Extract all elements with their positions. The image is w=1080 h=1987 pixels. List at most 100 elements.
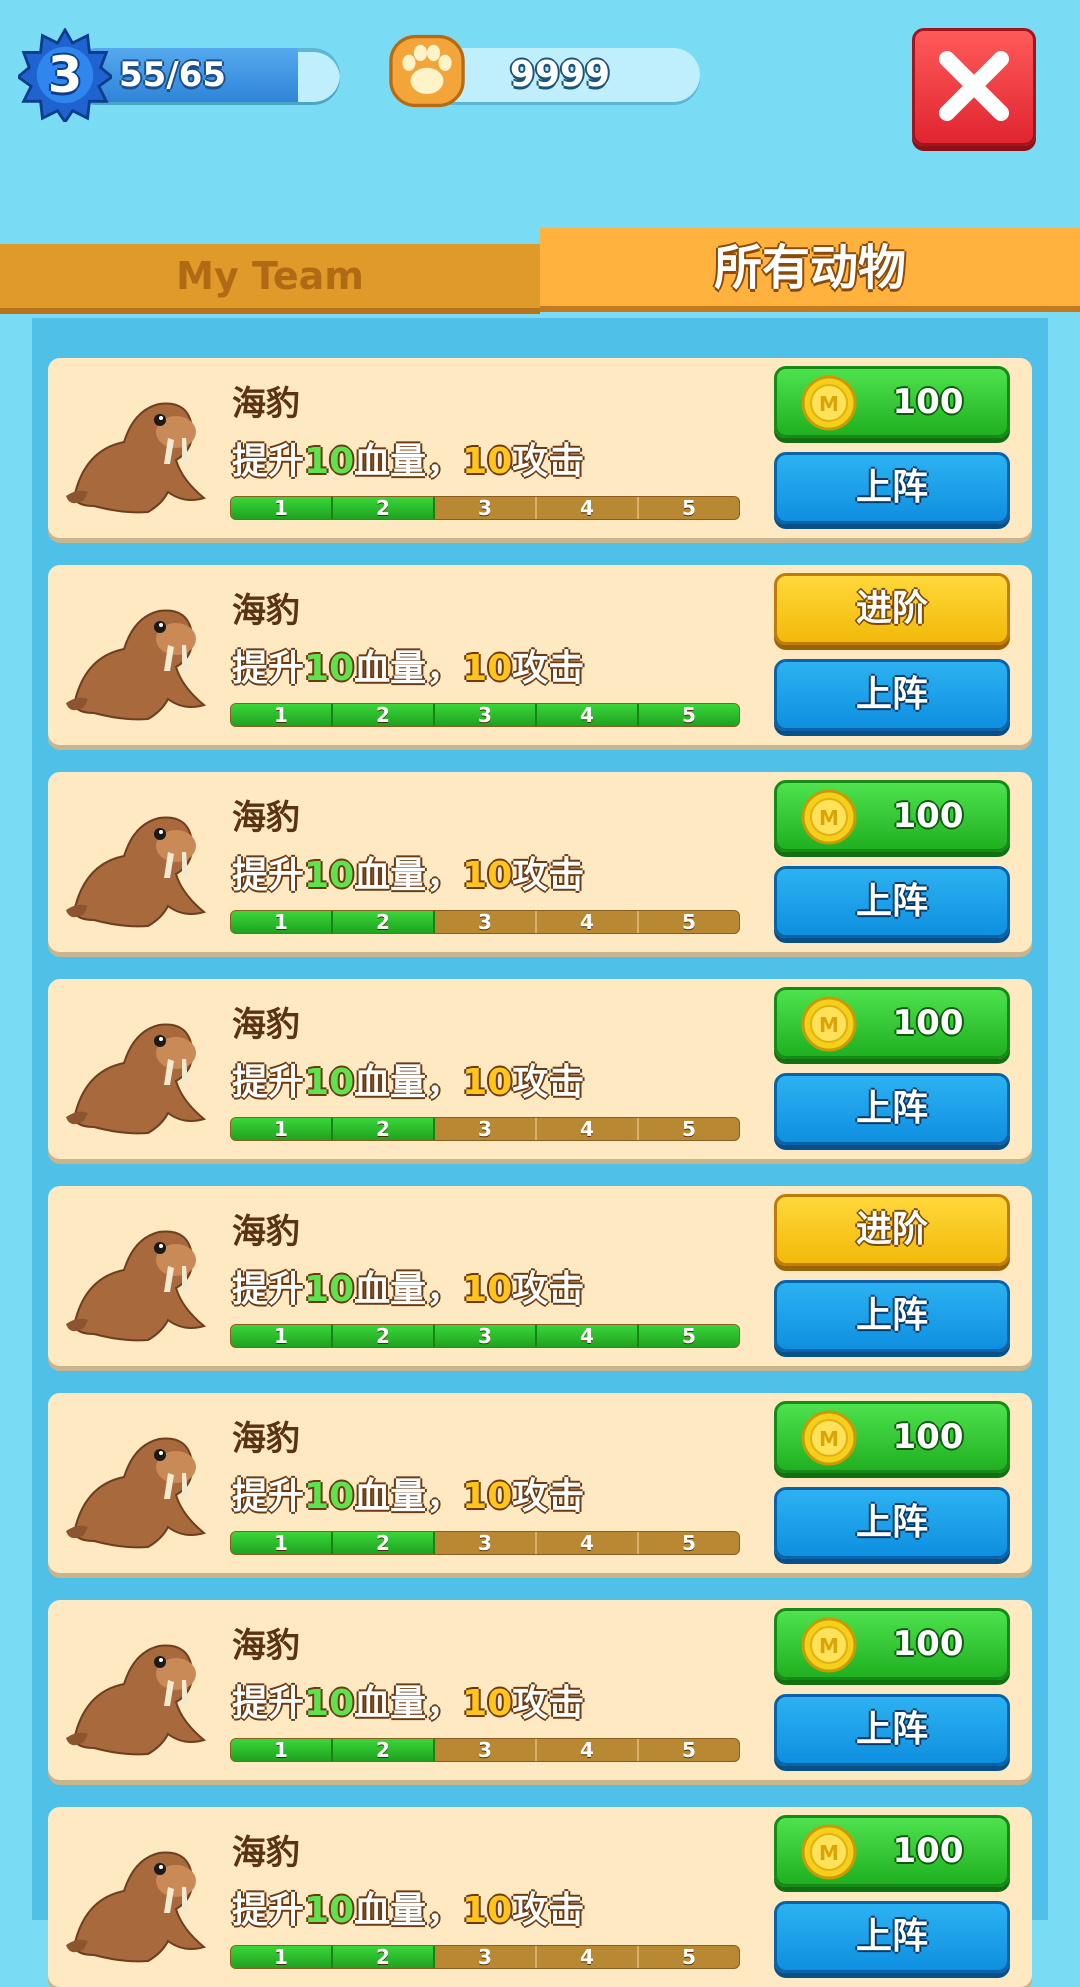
upgrade-price: 100 [892, 1624, 964, 1664]
animal-card: 海豹 提升10血量，10攻击 1 2 3 4 5 进阶 上阵 [48, 565, 1032, 745]
attack-value: 10 [462, 441, 513, 482]
buy-upgrade-button[interactable]: M 100 [774, 1401, 1010, 1473]
animal-description: 提升10血量，10攻击 [232, 639, 584, 691]
gold-coin-icon: M [801, 1824, 857, 1880]
buy-upgrade-button[interactable]: M 100 [774, 1815, 1010, 1887]
progress-segment: 2 [333, 1118, 435, 1140]
progress-segment: 3 [435, 911, 537, 933]
desc-mid: 血量， [354, 1683, 463, 1724]
progress-segment: 1 [231, 1739, 333, 1761]
hp-value: 10 [304, 1269, 355, 1310]
animal-description: 提升10血量，10攻击 [232, 432, 584, 484]
animal-description: 提升10血量，10攻击 [232, 1053, 584, 1105]
desc-mid: 血量， [354, 855, 463, 896]
progress-segment: 2 [333, 704, 435, 726]
desc-mid: 血量， [354, 648, 463, 689]
walrus-icon [64, 1622, 214, 1762]
buy-upgrade-button[interactable]: M 100 [774, 780, 1010, 852]
desc-prefix: 提升 [232, 1890, 305, 1931]
deploy-button[interactable]: 上阵 [774, 1280, 1010, 1352]
buy-upgrade-button[interactable]: M 100 [774, 366, 1010, 438]
deploy-button[interactable]: 上阵 [774, 1073, 1010, 1145]
deploy-button[interactable]: 上阵 [774, 1901, 1010, 1973]
gold-coin-icon: M [801, 1410, 857, 1466]
advance-label: 进阶 [855, 1209, 928, 1250]
progress-segment: 3 [435, 497, 537, 519]
level-progress-bar: 12345 [230, 1324, 740, 1348]
deploy-button[interactable]: 上阵 [774, 1487, 1010, 1559]
animal-card: 海豹 提升10血量，10攻击 1 2 3 4 5 M 100 上阵 [48, 1600, 1032, 1780]
progress-segment: 3 [435, 1532, 537, 1554]
animal-card: 海豹 提升10血量，10攻击 1 2 3 4 5 M 100 上阵 [48, 358, 1032, 538]
hp-value: 10 [304, 855, 355, 896]
desc-suffix: 攻击 [512, 441, 585, 482]
walrus-icon [64, 1208, 214, 1348]
desc-prefix: 提升 [232, 441, 305, 482]
paw-icon [389, 34, 465, 108]
buy-upgrade-button[interactable]: M 100 [774, 1608, 1010, 1680]
gold-coin-icon: M [801, 789, 857, 845]
upgrade-price: 100 [892, 796, 964, 836]
level-number: 3 [47, 46, 83, 104]
progress-segment: 5 [639, 1325, 739, 1347]
progress-segment: 2 [333, 497, 435, 519]
animal-name: 海豹 [232, 1212, 300, 1252]
upgrade-price: 100 [892, 1831, 964, 1871]
desc-prefix: 提升 [232, 1269, 305, 1310]
hp-value: 10 [304, 1062, 355, 1103]
progress-segment: 3 [435, 1325, 537, 1347]
close-button[interactable] [912, 28, 1036, 146]
progress-segment: 4 [537, 1325, 639, 1347]
tab-bar: My Team 所有动物 [0, 228, 1080, 318]
progress-segment: 1 [231, 1118, 333, 1140]
level-progress-bar: 12345 [230, 1945, 740, 1969]
walrus-icon [64, 1415, 214, 1555]
animal-card: 海豹 提升10血量，10攻击 1 2 3 4 5 M 100 上阵 [48, 772, 1032, 952]
desc-mid: 血量， [354, 441, 463, 482]
attack-value: 10 [462, 1269, 513, 1310]
desc-suffix: 攻击 [512, 1269, 585, 1310]
animal-name: 海豹 [232, 1833, 300, 1873]
upgrade-price: 100 [892, 1417, 964, 1457]
tab-all-animals[interactable]: 所有动物 [540, 228, 1080, 312]
deploy-button[interactable]: 上阵 [774, 452, 1010, 524]
upgrade-price: 100 [892, 382, 964, 422]
attack-value: 10 [462, 648, 513, 689]
svg-text:M: M [819, 1427, 839, 1451]
hp-value: 10 [304, 1890, 355, 1931]
advance-button[interactable]: 进阶 [774, 1194, 1010, 1266]
deploy-button[interactable]: 上阵 [774, 659, 1010, 731]
progress-segment: 2 [333, 1532, 435, 1554]
progress-segment: 3 [435, 1946, 537, 1968]
progress-segment: 3 [435, 1739, 537, 1761]
progress-segment: 3 [435, 704, 537, 726]
desc-prefix: 提升 [232, 1062, 305, 1103]
desc-suffix: 攻击 [512, 855, 585, 896]
progress-segment: 2 [333, 1739, 435, 1761]
walrus-icon [64, 794, 214, 934]
progress-segment: 5 [639, 704, 739, 726]
progress-segment: 2 [333, 1946, 435, 1968]
attack-value: 10 [462, 1476, 513, 1517]
deploy-button[interactable]: 上阵 [774, 866, 1010, 938]
progress-segment: 1 [231, 704, 333, 726]
hp-value: 10 [304, 441, 355, 482]
progress-segment: 3 [435, 1118, 537, 1140]
attack-value: 10 [462, 1683, 513, 1724]
gold-coin-icon: M [801, 996, 857, 1052]
advance-button[interactable]: 进阶 [774, 573, 1010, 645]
deploy-button[interactable]: 上阵 [774, 1694, 1010, 1766]
level-progress-bar: 12345 [230, 1117, 740, 1141]
animal-description: 提升10血量，10攻击 [232, 1260, 584, 1312]
paw-currency-value: 9999 [509, 54, 611, 95]
walrus-icon [64, 587, 214, 727]
walrus-icon [64, 380, 214, 520]
tab-my-team[interactable]: My Team [0, 244, 540, 314]
animal-name: 海豹 [232, 1419, 300, 1459]
desc-mid: 血量， [354, 1062, 463, 1103]
progress-segment: 4 [537, 1118, 639, 1140]
buy-upgrade-button[interactable]: M 100 [774, 987, 1010, 1059]
attack-value: 10 [462, 855, 513, 896]
attack-value: 10 [462, 1890, 513, 1931]
svg-text:M: M [819, 1013, 839, 1037]
